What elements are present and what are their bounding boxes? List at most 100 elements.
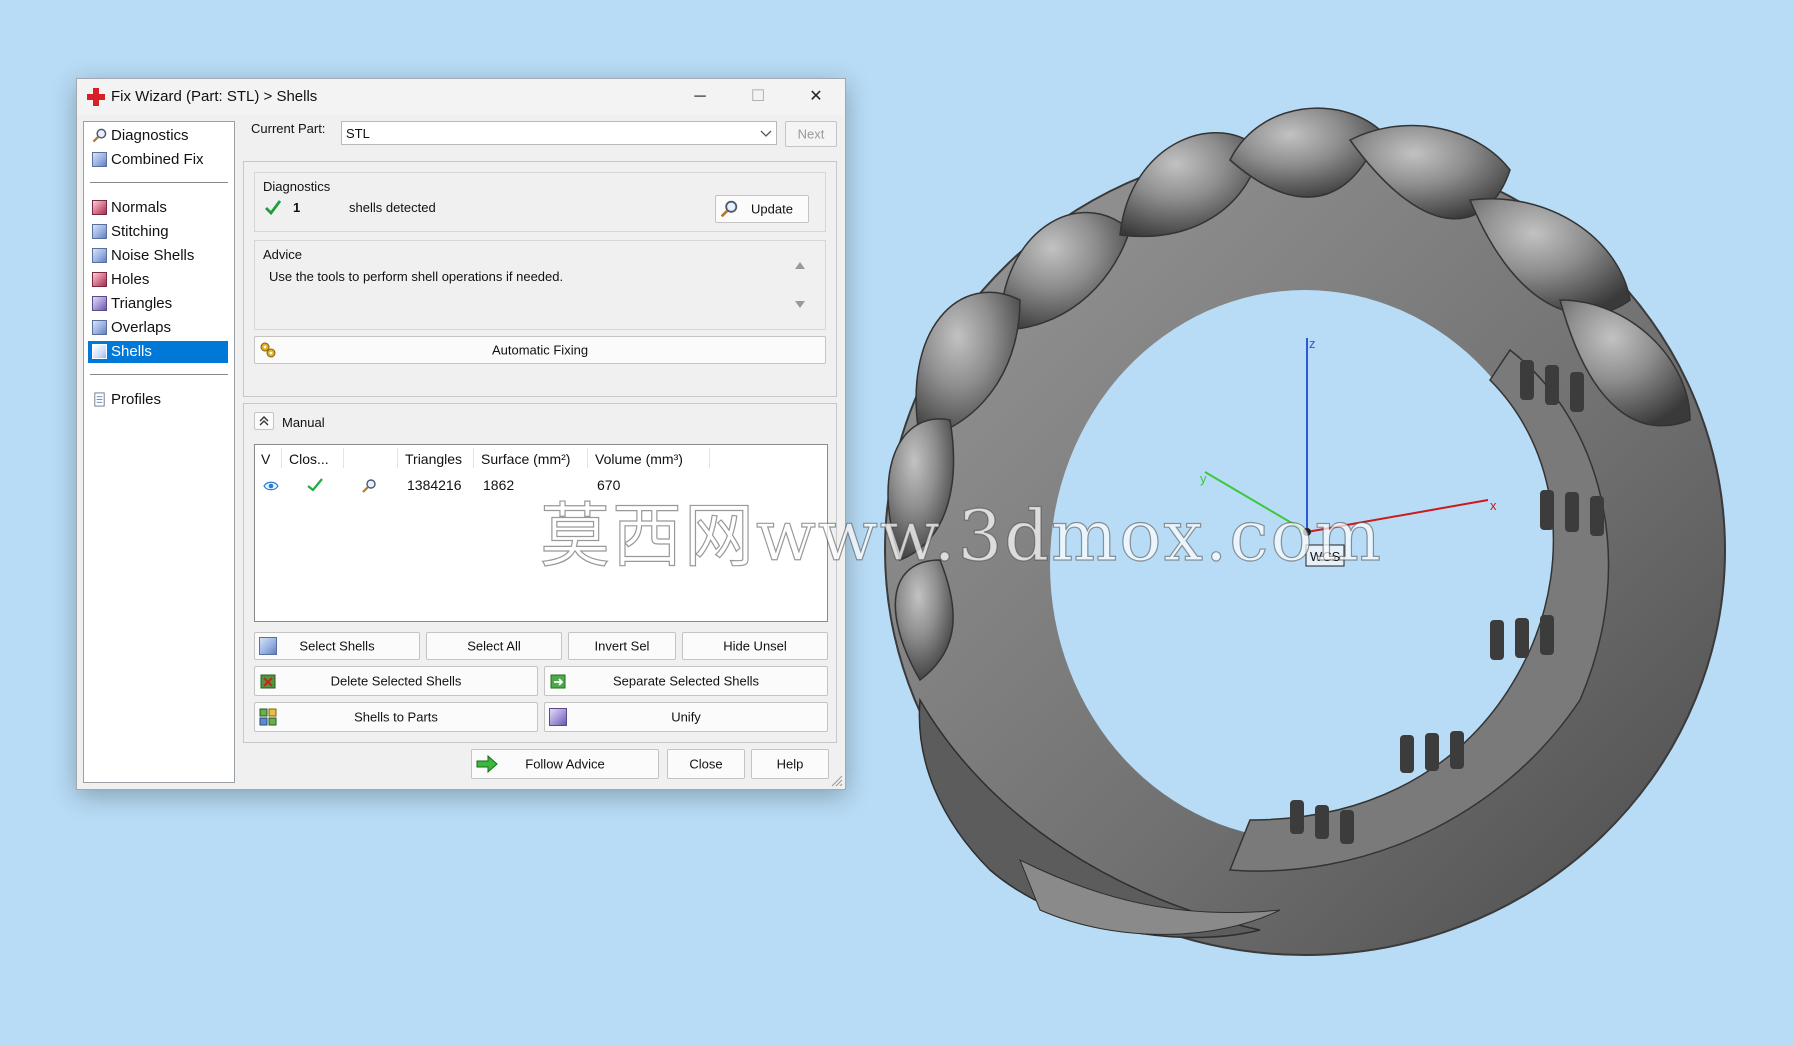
close-window-button[interactable]: ✕: [787, 79, 845, 115]
red-cross-icon: [87, 88, 105, 106]
triangles-icon: [92, 296, 107, 311]
help-label: Help: [776, 756, 804, 772]
close-label: Close: [689, 756, 723, 772]
cube-icon: [92, 152, 107, 167]
sidebar-item-label: Holes: [111, 271, 150, 288]
current-part-select[interactable]: STL: [341, 121, 777, 145]
update-button-label: Update: [751, 201, 793, 217]
hide-unsel-button[interactable]: Hide Unsel: [682, 632, 828, 660]
sidebar-item-label: Overlaps: [111, 319, 172, 336]
current-part-value: STL: [346, 126, 370, 141]
diagnostics-group: Diagnostics 1 shells detected Update: [254, 172, 826, 232]
document-icon: [94, 392, 105, 407]
normals-icon: [92, 200, 107, 215]
x-axis-label: x: [1490, 498, 1497, 513]
collapse-manual-button[interactable]: [254, 412, 274, 430]
invert-sel-label: Invert Sel: [594, 638, 650, 654]
close-button[interactable]: Close: [667, 749, 745, 779]
select-shells-button[interactable]: Select Shells: [254, 632, 420, 660]
follow-advice-button[interactable]: Follow Advice: [471, 749, 659, 779]
sidebar-item-stitching[interactable]: Stitching: [88, 221, 228, 243]
delete-selected-shells-button[interactable]: Delete Selected Shells: [254, 666, 538, 696]
sidebar: Diagnostics Combined Fix Normals Stitchi…: [83, 121, 235, 783]
noise-shells-icon: [92, 248, 107, 263]
sidebar-item-normals[interactable]: Normals: [88, 197, 228, 219]
shells-icon: [92, 344, 107, 359]
column-header-visible[interactable]: V: [261, 451, 270, 467]
advice-group: Advice Use the tools to perform shell op…: [254, 240, 826, 330]
unify-label: Unify: [671, 709, 701, 725]
diagnostics-panel: Diagnostics 1 shells detected Update Adv…: [243, 161, 837, 397]
sidebar-item-label: Diagnostics: [111, 127, 189, 144]
shells-to-parts-button[interactable]: Shells to Parts: [254, 702, 538, 732]
sidebar-item-label: Shells: [111, 343, 152, 360]
select-all-label: Select All: [467, 638, 521, 654]
update-button[interactable]: Update: [715, 195, 809, 223]
sidebar-item-label: Triangles: [111, 295, 173, 312]
sidebar-item-label: Combined Fix: [111, 151, 204, 168]
column-header-closed[interactable]: Clos...: [289, 451, 329, 467]
resize-grip-icon[interactable]: [829, 773, 843, 787]
magnifier-icon: [92, 128, 107, 143]
eye-icon[interactable]: [263, 480, 279, 492]
window-title: Fix Wizard (Part: STL) > Shells: [111, 88, 318, 105]
maximize-icon: ☐: [750, 88, 766, 105]
close-icon: ✕: [809, 88, 823, 105]
column-divider: [587, 448, 588, 468]
column-header-surface[interactable]: Surface (mm²): [481, 451, 570, 467]
automatic-fixing-button[interactable]: Automatic Fixing: [254, 336, 826, 364]
hide-unsel-label: Hide Unsel: [723, 638, 787, 654]
column-divider: [473, 448, 474, 468]
advice-text: Use the tools to perform shell operation…: [269, 269, 564, 284]
select-shells-label: Select Shells: [299, 638, 375, 654]
maximize-button[interactable]: ☐: [729, 79, 787, 115]
checkmark-icon: [265, 200, 281, 215]
scroll-down-icon[interactable]: [795, 301, 805, 309]
column-divider: [397, 448, 398, 468]
sidebar-item-holes[interactable]: Holes: [88, 269, 228, 291]
manual-heading: Manual: [282, 415, 325, 430]
scroll-up-icon[interactable]: [795, 261, 805, 269]
sidebar-divider: [90, 182, 228, 183]
z-axis-label: z: [1309, 336, 1316, 351]
diagnostics-heading: Diagnostics: [263, 179, 331, 194]
delete-selected-shells-label: Delete Selected Shells: [330, 673, 462, 689]
current-part-label: Current Part:: [251, 121, 326, 136]
double-chevron-up-icon: [259, 416, 269, 426]
holes-icon: [92, 272, 107, 287]
follow-advice-label: Follow Advice: [525, 756, 605, 772]
sidebar-divider: [90, 374, 228, 375]
separate-selected-shells-button[interactable]: Separate Selected Shells: [544, 666, 828, 696]
invert-sel-button[interactable]: Invert Sel: [568, 632, 676, 660]
help-button[interactable]: Help: [751, 749, 829, 779]
advice-heading: Advice: [263, 247, 303, 262]
sidebar-item-diagnostics[interactable]: Diagnostics: [88, 125, 228, 147]
sidebar-item-overlaps[interactable]: Overlaps: [88, 317, 228, 339]
column-header-volume[interactable]: Volume (mm³): [595, 451, 683, 467]
chevron-down-icon: [760, 130, 772, 137]
minimize-icon: ─: [694, 88, 706, 105]
title-bar[interactable]: Fix Wizard (Part: STL) > Shells ─ ☐ ✕: [77, 79, 845, 115]
sidebar-item-triangles[interactable]: Triangles: [88, 293, 228, 315]
column-header-triangles[interactable]: Triangles: [405, 451, 462, 467]
magnifier-icon[interactable]: [361, 478, 377, 494]
sidebar-item-shells[interactable]: Shells: [88, 341, 228, 363]
shells-to-parts-label: Shells to Parts: [354, 709, 438, 725]
sidebar-item-profiles[interactable]: Profiles: [88, 389, 228, 411]
sidebar-item-combined-fix[interactable]: Combined Fix: [88, 149, 228, 171]
unify-button[interactable]: Unify: [544, 702, 828, 732]
surface-value: 1862: [483, 477, 515, 493]
watermark: 莫西网www.3dmox.com: [539, 494, 1384, 577]
column-divider: [281, 448, 282, 468]
automatic-fixing-label: Automatic Fixing: [491, 342, 589, 358]
sidebar-item-label: Stitching: [111, 223, 169, 240]
column-divider: [343, 448, 344, 468]
minimize-button[interactable]: ─: [671, 79, 729, 115]
sidebar-item-label: Profiles: [111, 391, 162, 408]
sidebar-item-label: Normals: [111, 199, 167, 216]
sidebar-item-label: Noise Shells: [111, 247, 195, 264]
select-all-button[interactable]: Select All: [426, 632, 562, 660]
sidebar-item-noise-shells[interactable]: Noise Shells: [88, 245, 228, 267]
shell-count: 1: [293, 200, 301, 215]
next-button[interactable]: Next: [785, 121, 837, 147]
